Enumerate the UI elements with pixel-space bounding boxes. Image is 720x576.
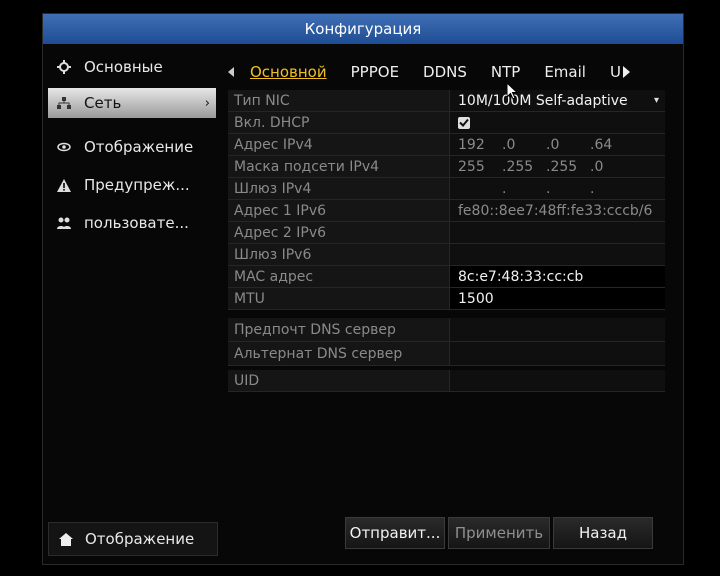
window-title: Конфигурация <box>43 14 683 44</box>
mtu-label: MTU <box>228 288 449 310</box>
sidebar-item-general[interactable]: Основные <box>48 52 216 82</box>
tab-scroll-left-icon[interactable] <box>224 67 238 77</box>
live-view-button[interactable]: Отображение <box>48 522 218 556</box>
gateway-row: Шлюз IPv4 . . . <box>228 178 665 200</box>
dns-alternate-input[interactable] <box>449 342 665 366</box>
ipv6-1-label: Адрес 1 IPv6 <box>228 200 449 222</box>
dns-alternate-label: Альтернат DNS сервер <box>228 342 449 366</box>
tab-general[interactable]: Основной <box>238 63 339 81</box>
uid-row: UID <box>228 370 665 392</box>
users-icon <box>56 215 72 231</box>
mask-input[interactable]: 255 .255 .255 .0 <box>449 156 665 178</box>
mac-label: MAC адрес <box>228 266 449 288</box>
ipv6-1-row: Адрес 1 IPv6 fe80::8ee7:48ff:fe33:cccb/6 <box>228 200 665 222</box>
live-view-label: Отображение <box>85 530 195 548</box>
nic-type-select[interactable]: 10M/100M Self-adaptive ▾ <box>449 90 665 112</box>
tab-pppoe[interactable]: PPPOE <box>339 63 411 81</box>
sidebar-item-label: пользовате... <box>84 214 189 232</box>
mac-row: MAC адрес 8c:e7:48:33:cc:cb <box>228 266 665 288</box>
ipv6-2-value <box>449 222 665 244</box>
mask-octet: .255 <box>502 158 534 175</box>
network-icon <box>56 95 72 111</box>
ipv4-input[interactable]: 192 .0 .0 .64 <box>449 134 665 156</box>
apply-button[interactable]: Применить <box>448 517 550 549</box>
dhcp-checkbox-cell <box>449 112 665 134</box>
back-button[interactable]: Назад <box>553 517 653 549</box>
chevron-down-icon: ▾ <box>653 95 659 106</box>
warning-icon <box>56 177 72 193</box>
dns-preferred-input[interactable] <box>449 318 665 342</box>
mtu-row: MTU 1500 <box>228 288 665 310</box>
tab-ddns[interactable]: DDNS <box>411 63 479 81</box>
mask-octet: 255 <box>458 158 485 175</box>
home-icon <box>59 532 73 546</box>
sidebar-item-users[interactable]: пользовате... <box>48 208 216 238</box>
sidebar-item-display[interactable]: Отображение <box>48 132 216 162</box>
tab-email[interactable]: Email <box>532 63 598 81</box>
chevron-right-icon: › <box>204 95 210 111</box>
dns-preferred-row: Предпочт DNS сервер <box>228 318 665 342</box>
mouse-cursor-icon <box>507 83 519 100</box>
ipv6-gateway-value <box>449 244 665 266</box>
ipv6-2-row: Адрес 2 IPv6 <box>228 222 665 244</box>
mtu-input[interactable]: 1500 <box>449 288 665 310</box>
sidebar-item-alarm[interactable]: Предупреж... <box>48 170 216 200</box>
dhcp-row: Вкл. DHCP <box>228 112 665 134</box>
tab-scroll-right-icon[interactable] <box>620 66 634 78</box>
gateway-label: Шлюз IPv4 <box>228 178 449 200</box>
ipv6-1-value: fe80::8ee7:48ff:fe33:cccb/6 <box>449 200 665 222</box>
tab-bar: Основной PPPOE DDNS NTP Email U <box>224 59 676 85</box>
mac-value: 8c:e7:48:33:cc:cb <box>449 266 665 288</box>
sidebar-item-network[interactable]: Сеть › <box>48 88 216 118</box>
nic-type-row: Тип NIC 10M/100M Self-adaptive ▾ <box>228 90 665 112</box>
dhcp-label: Вкл. DHCP <box>228 112 449 134</box>
send-button[interactable]: Отправит... <box>345 517 445 549</box>
dns-alternate-row: Альтернат DNS сервер <box>228 342 665 366</box>
sidebar: Основные Сеть › Отображение Предупреж... <box>48 52 218 556</box>
mask-row: Маска подсети IPv4 255 .255 .255 .0 <box>228 156 665 178</box>
eye-icon <box>56 139 72 155</box>
ipv4-octet: .0 <box>502 136 516 153</box>
sidebar-item-label: Предупреж... <box>84 176 190 194</box>
gateway-octet: . <box>502 180 507 197</box>
ipv4-label: Адрес IPv4 <box>228 134 449 156</box>
ipv4-octet: .0 <box>546 136 560 153</box>
gateway-octet: . <box>546 180 551 197</box>
config-window: Конфигурация Основные Сеть › Отображение <box>42 13 684 565</box>
mask-octet: .255 <box>546 158 578 175</box>
ipv4-row: Адрес IPv4 192 .0 .0 .64 <box>228 134 665 156</box>
nic-type-label: Тип NIC <box>228 90 449 112</box>
network-settings-form: Тип NIC 10M/100M Self-adaptive ▾ Вкл. DH… <box>228 90 665 392</box>
gateway-octet: . <box>590 180 595 197</box>
nic-type-value: 10M/100M Self-adaptive <box>458 92 628 109</box>
dhcp-checkbox[interactable] <box>458 116 470 129</box>
sidebar-item-label: Отображение <box>84 138 194 156</box>
uid-label: UID <box>228 370 449 392</box>
sidebar-item-label: Основные <box>84 58 163 76</box>
ipv4-octet: 192 <box>458 136 485 153</box>
uid-value <box>449 370 665 392</box>
ipv4-octet: .64 <box>590 136 613 153</box>
gateway-input[interactable]: . . . <box>449 178 665 200</box>
mask-label: Маска подсети IPv4 <box>228 156 449 178</box>
gear-icon <box>56 59 72 75</box>
sidebar-item-label: Сеть <box>84 94 122 112</box>
dns-preferred-label: Предпочт DNS сервер <box>228 318 449 342</box>
tab-next-cut[interactable]: U <box>598 63 620 81</box>
mask-octet: .0 <box>590 158 604 175</box>
ipv6-gateway-label: Шлюз IPv6 <box>228 244 449 266</box>
ipv6-2-label: Адрес 2 IPv6 <box>228 222 449 244</box>
tab-ntp[interactable]: NTP <box>479 63 532 81</box>
ipv6-gateway-row: Шлюз IPv6 <box>228 244 665 266</box>
